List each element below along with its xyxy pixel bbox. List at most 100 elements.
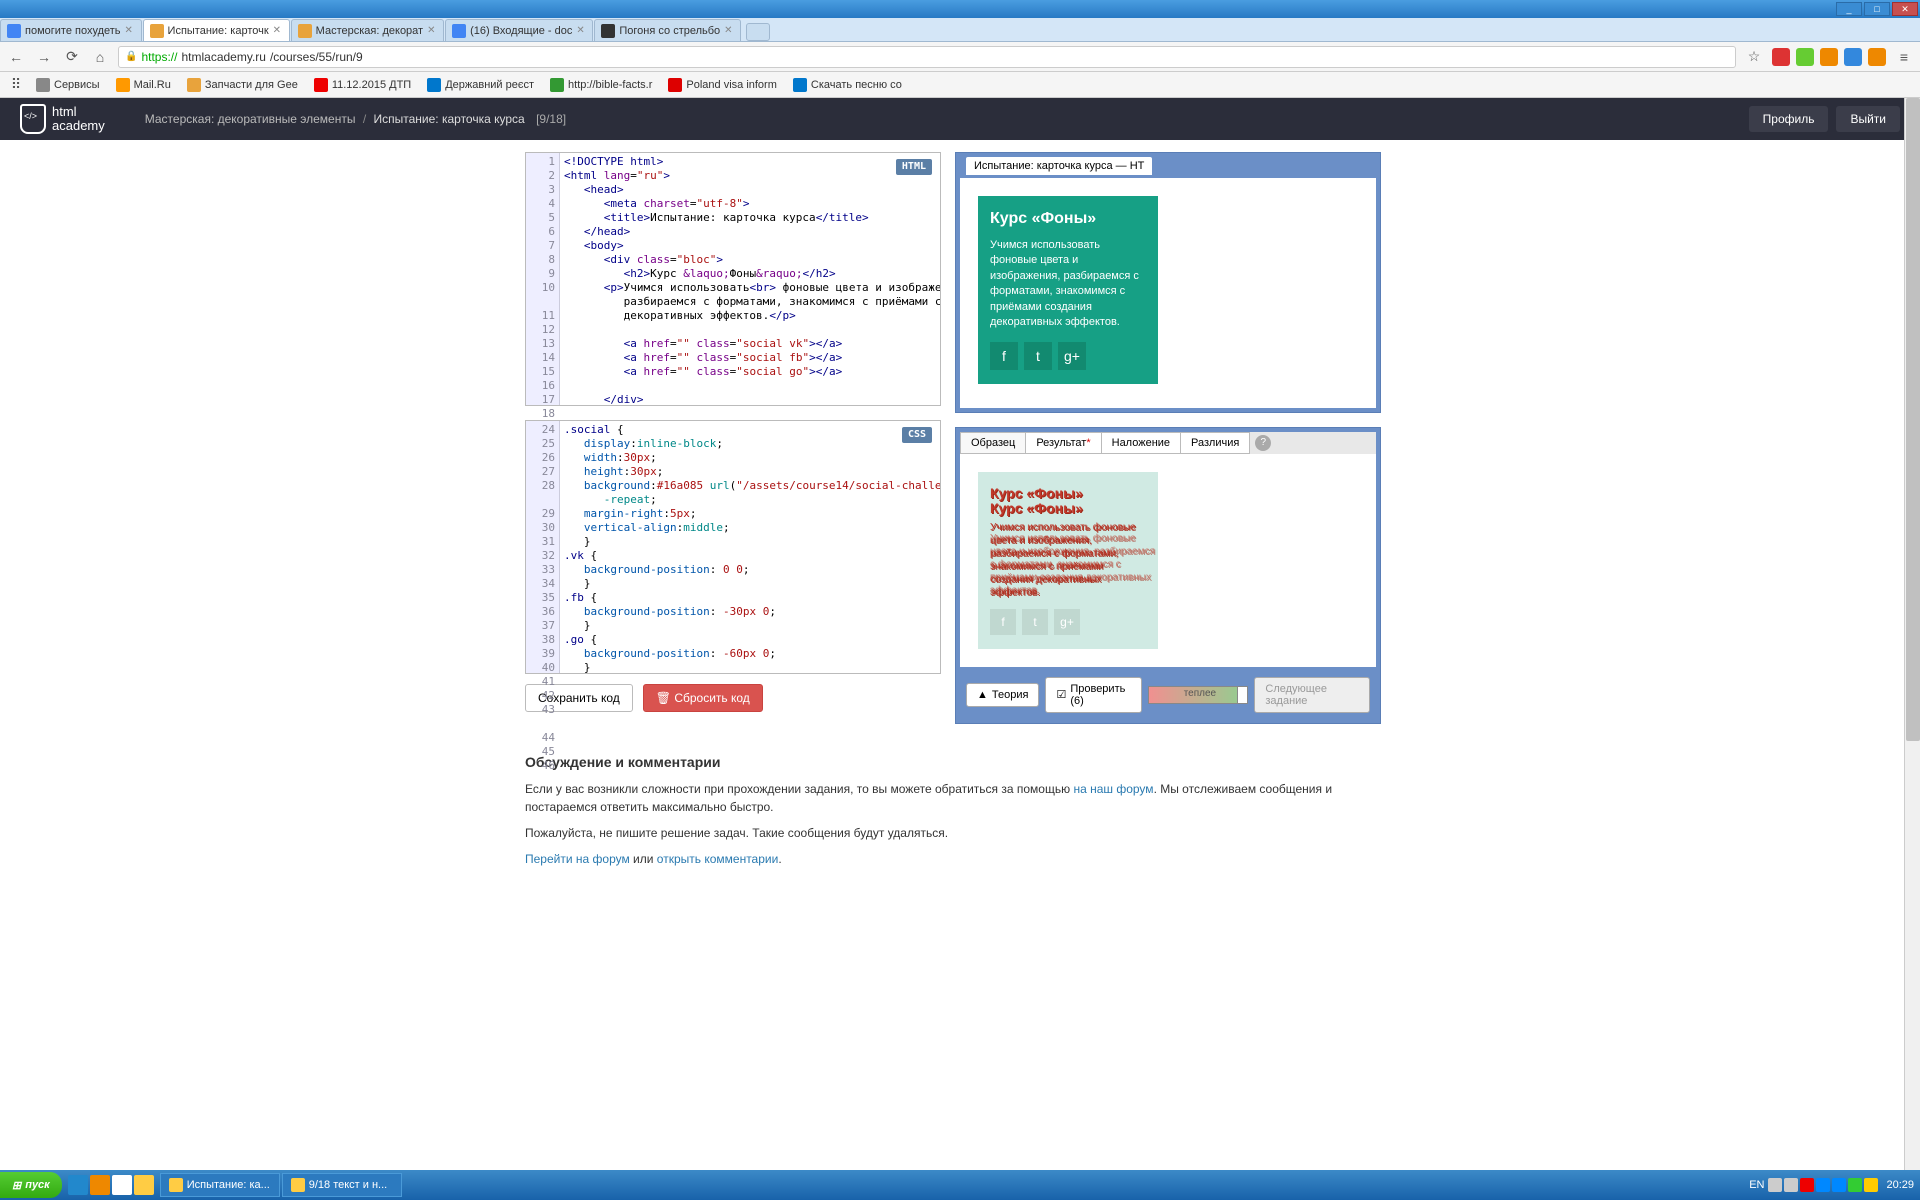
- browser-tab[interactable]: Испытание: карточк✕: [143, 19, 290, 41]
- extension-icons: [1772, 48, 1886, 66]
- window-minimize-button[interactable]: _: [1836, 2, 1862, 16]
- new-tab-button[interactable]: [746, 23, 770, 41]
- bookmark-item[interactable]: Скачать песню со: [787, 76, 908, 94]
- extension-icon[interactable]: [1796, 48, 1814, 66]
- workspace: HTML 123456789101112131415161718 <!DOCTY…: [525, 152, 1395, 724]
- bookmark-item[interactable]: 11.12.2015 ДТП: [308, 76, 417, 94]
- language-indicator[interactable]: EN: [1749, 1179, 1764, 1191]
- bookmark-item[interactable]: Mail.Ru: [110, 76, 177, 94]
- tab-close-icon[interactable]: ✕: [125, 25, 135, 36]
- breadcrumb-parent[interactable]: Мастерская: декоративные элементы: [145, 112, 356, 126]
- tray-icon[interactable]: [1832, 1178, 1846, 1192]
- bookmark-item[interactable]: http://bible-facts.r: [544, 76, 658, 94]
- bookmark-item[interactable]: Запчасти для Gee: [181, 76, 304, 94]
- logo-text-2: academy: [52, 119, 105, 133]
- check-label: Проверить (6): [1070, 683, 1131, 707]
- reset-button[interactable]: 🗑 Сбросить код: [643, 684, 763, 712]
- bookmark-item[interactable]: Державний реєст: [421, 76, 540, 94]
- bookmark-item[interactable]: Poland visa inform: [662, 76, 783, 94]
- result-tab[interactable]: Образец: [960, 432, 1026, 454]
- open-comments-link[interactable]: открыть комментарии: [657, 852, 779, 866]
- tray-icons: [1768, 1178, 1878, 1192]
- result-tab[interactable]: Результат*: [1025, 432, 1101, 454]
- profile-button[interactable]: Профиль: [1749, 106, 1829, 132]
- quicklaunch-icon[interactable]: [134, 1175, 154, 1195]
- clock[interactable]: 20:29: [1886, 1179, 1914, 1191]
- scrollbar-thumb[interactable]: [1906, 98, 1920, 741]
- task-icon: [291, 1178, 305, 1192]
- html-code[interactable]: <!DOCTYPE html> <html lang="ru"> <head> …: [560, 153, 940, 405]
- menu-button[interactable]: ≡: [1894, 47, 1914, 67]
- bookmark-favicon: [793, 78, 807, 92]
- start-button[interactable]: ⊞ пуск: [0, 1172, 62, 1198]
- progress-bar: теплее: [1148, 686, 1248, 704]
- browser-tab[interactable]: Погоня со стрельбо✕: [594, 19, 741, 41]
- forum-link[interactable]: на наш форум: [1073, 782, 1153, 796]
- taskbar-task[interactable]: 9/18 текст и н...: [282, 1173, 402, 1197]
- tray-icon[interactable]: [1816, 1178, 1830, 1192]
- url-protocol: https://: [141, 50, 177, 64]
- lock-icon: 🔒: [125, 51, 137, 62]
- check-button[interactable]: ☑ Проверить (6): [1045, 677, 1142, 713]
- favicon: [150, 24, 164, 38]
- quicklaunch-icon[interactable]: [90, 1175, 110, 1195]
- help-icon[interactable]: ?: [1255, 435, 1271, 451]
- result-tab[interactable]: Различия: [1180, 432, 1250, 454]
- progress-marker[interactable]: [1237, 687, 1247, 703]
- window-close-button[interactable]: ✕: [1892, 2, 1918, 16]
- discussion-heading: Обсуждение и комментарии: [525, 754, 1395, 770]
- logout-button[interactable]: Выйти: [1836, 106, 1900, 132]
- back-button[interactable]: ←: [6, 47, 26, 67]
- theory-button[interactable]: ▲ Теория: [966, 683, 1039, 707]
- window-maximize-button[interactable]: □: [1864, 2, 1890, 16]
- reload-button[interactable]: ⟳: [62, 47, 82, 67]
- bookmark-favicon: [550, 78, 564, 92]
- next-task-button[interactable]: Следующее задание: [1254, 677, 1370, 713]
- css-editor[interactable]: CSS 242526272829303132333435363738394041…: [525, 420, 941, 674]
- tray-icon[interactable]: [1784, 1178, 1798, 1192]
- tab-close-icon[interactable]: ✕: [576, 25, 586, 36]
- tab-close-icon[interactable]: ✕: [427, 25, 437, 36]
- logo-shield-icon: [20, 104, 46, 134]
- result-tab[interactable]: Наложение: [1101, 432, 1181, 454]
- extension-icon[interactable]: [1772, 48, 1790, 66]
- extension-icon[interactable]: [1820, 48, 1838, 66]
- taskbar: ⊞ пуск Испытание: ка...9/18 текст и н...…: [0, 1170, 1920, 1200]
- start-label: пуск: [25, 1179, 50, 1191]
- site-logo[interactable]: htmlacademy: [20, 104, 105, 134]
- bookmark-star-icon[interactable]: ☆: [1744, 47, 1764, 67]
- taskbar-task[interactable]: Испытание: ка...: [160, 1173, 280, 1197]
- quicklaunch-icon[interactable]: [68, 1175, 88, 1195]
- twitter-icon[interactable]: t: [1024, 342, 1052, 370]
- bookmark-item[interactable]: Сервисы: [30, 76, 106, 94]
- tray-icon[interactable]: [1768, 1178, 1782, 1192]
- browser-tab[interactable]: помогите похудеть✕: [0, 19, 142, 41]
- page-scrollbar[interactable]: [1904, 98, 1920, 1170]
- extension-icon[interactable]: [1844, 48, 1862, 66]
- forward-button[interactable]: →: [34, 47, 54, 67]
- tab-close-icon[interactable]: ✕: [273, 25, 283, 36]
- tray-icon[interactable]: [1800, 1178, 1814, 1192]
- breadcrumb-current: Испытание: карточка курса: [374, 112, 525, 126]
- browser-tab[interactable]: (16) Входящие - doc✕: [445, 19, 593, 41]
- browser-tabs: помогите похудеть✕Испытание: карточк✕Мас…: [0, 18, 1920, 42]
- tray-icon[interactable]: [1848, 1178, 1862, 1192]
- goto-forum-link[interactable]: Перейти на форум: [525, 852, 630, 866]
- apps-button[interactable]: ⠿: [6, 75, 26, 95]
- overlay-title-2: Курс «Фоны»: [990, 501, 1146, 516]
- browser-tab[interactable]: Мастерская: декорат✕: [291, 19, 444, 41]
- css-code[interactable]: .social { display:inline-block; width:30…: [560, 421, 940, 673]
- home-button[interactable]: ⌂: [90, 47, 110, 67]
- facebook-icon[interactable]: f: [990, 342, 1018, 370]
- gplus-icon[interactable]: g+: [1058, 342, 1086, 370]
- favicon: [7, 24, 21, 38]
- bookmark-favicon: [187, 78, 201, 92]
- bookmark-favicon: [427, 78, 441, 92]
- extension-icon[interactable]: [1868, 48, 1886, 66]
- tab-close-icon[interactable]: ✕: [724, 25, 734, 36]
- quicklaunch-icon[interactable]: [112, 1175, 132, 1195]
- html-editor[interactable]: HTML 123456789101112131415161718 <!DOCTY…: [525, 152, 941, 406]
- address-bar[interactable]: 🔒 https://htmlacademy.ru/courses/55/run/…: [118, 46, 1736, 68]
- tray-icon[interactable]: [1864, 1178, 1878, 1192]
- bookmark-label: Запчасти для Gee: [205, 79, 298, 91]
